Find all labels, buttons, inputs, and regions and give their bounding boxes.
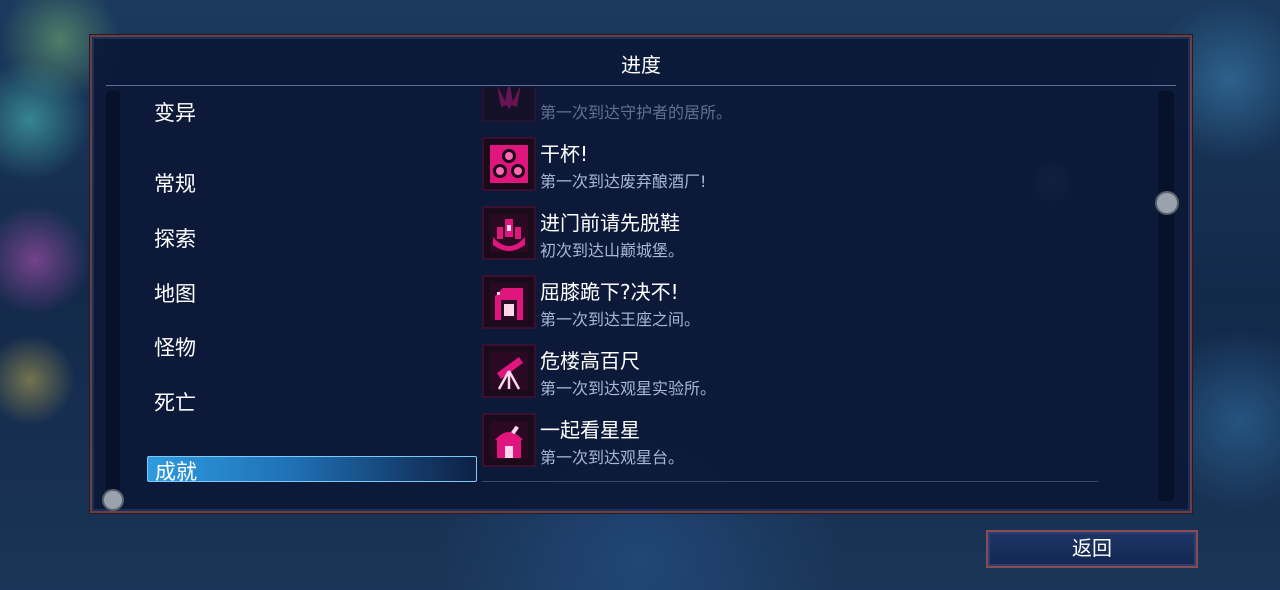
category-exploration[interactable]: 探索 [154, 223, 196, 253]
telescope-icon [482, 344, 536, 398]
category-scrollbar[interactable] [106, 91, 120, 501]
achievement-name: 危楼高百尺 [540, 349, 640, 373]
achievement-desc: 第一次到达废弃酿酒厂! [540, 172, 707, 191]
achievement-item: 危楼高百尺 第一次到达观星实验所。 [480, 343, 1100, 399]
throne-icon [482, 275, 536, 329]
category-deaths[interactable]: 死亡 [154, 387, 196, 417]
achievement-item: 干杯! 第一次到达废弃酿酒厂! [480, 136, 1100, 192]
achievement-desc: 第一次到达守护者的居所。 [540, 103, 733, 122]
list-bottom-divider [482, 481, 1098, 482]
achievement-desc: 第一次到达观星实验所。 [540, 379, 717, 398]
achievement-desc: 第一次到达王座之间。 [540, 310, 701, 329]
achievement-list[interactable]: 第一次到达守护者的居所。 干杯! 第一次到达废弃酿酒厂! 进门前请先脱鞋 初次到… [480, 87, 1100, 487]
category-mutations[interactable]: 变异 [154, 97, 196, 127]
achievement-name: 干杯! [540, 142, 589, 166]
observatory-icon [482, 413, 536, 467]
category-achievements-label: 成就 [155, 460, 197, 484]
category-general[interactable]: 常规 [154, 168, 196, 198]
barrels-icon [482, 137, 536, 191]
back-button[interactable]: 返回 [986, 530, 1198, 568]
achievement-desc: 第一次到达观星台。 [540, 448, 685, 467]
category-monsters[interactable]: 怪物 [154, 332, 196, 362]
progress-panel: 进度 变异 常规 探索 地图 怪物 死亡 成就 第一次到达守护者的居所。 干杯!… [90, 35, 1192, 513]
category-map[interactable]: 地图 [154, 278, 196, 308]
achievement-name: 屈膝跪下?决不! [540, 280, 679, 304]
achievement-desc: 初次到达山巅城堡。 [540, 241, 685, 260]
achievement-item: 一起看星星 第一次到达观星台。 [480, 412, 1100, 468]
category-scroll-thumb[interactable] [102, 489, 124, 511]
title-divider [106, 85, 1176, 86]
achievement-scroll-thumb[interactable] [1155, 191, 1179, 215]
panel-title: 进度 [621, 53, 661, 77]
achievement-item: 第一次到达守护者的居所。 [480, 87, 1100, 123]
category-achievements[interactable]: 成就 [147, 456, 477, 484]
castle-icon [482, 206, 536, 260]
guardian-icon [482, 87, 536, 122]
achievement-item: 屈膝跪下?决不! 第一次到达王座之间。 [480, 274, 1100, 330]
achievement-item: 进门前请先脱鞋 初次到达山巅城堡。 [480, 205, 1100, 261]
achievement-name: 进门前请先脱鞋 [540, 211, 680, 235]
achievement-scrollbar[interactable] [1158, 91, 1174, 501]
achievement-name: 一起看星星 [540, 418, 640, 442]
